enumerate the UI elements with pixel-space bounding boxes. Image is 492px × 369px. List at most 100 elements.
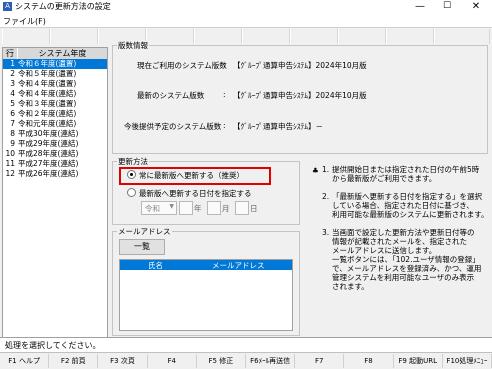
year-row-label: 令和４年度(遺置) xyxy=(18,79,77,88)
club-bullet-icon: ♣ xyxy=(312,166,319,175)
app-icon: A xyxy=(3,2,12,11)
toolbar-slot xyxy=(194,29,242,44)
note-line: されます。 xyxy=(332,282,369,291)
year-row-label: 平成30年度(連結) xyxy=(18,129,79,138)
fkey-7[interactable]: F7 xyxy=(295,354,345,368)
day-unit: 日 xyxy=(250,204,258,213)
year-row-number: 3 xyxy=(10,79,15,88)
toolbar-slot xyxy=(434,29,490,44)
latest-version-value: 【ｸﾞﾙｰﾌﾟ通算申告ｼｽﾃﾑ】2024年10月版 xyxy=(233,91,367,100)
year-row-label: 令和２年度(連結) xyxy=(18,109,77,118)
status-message: 処理を選択してください。 xyxy=(5,341,101,350)
maximize-button[interactable]: ☐ xyxy=(436,0,458,14)
toolbar-slot xyxy=(146,29,194,44)
radio-unselected-icon xyxy=(127,188,136,197)
radio-specify-date-label: 最新版へ更新する日付を指定する xyxy=(139,189,252,198)
year-row[interactable]: 8 平成30年度(連結) xyxy=(3,129,107,139)
mail-table-header: 氏名 メールアドレス xyxy=(120,260,292,270)
menu-file[interactable]: ファイル(F) xyxy=(3,16,46,27)
year-row[interactable]: 3 令和４年度(遺置) xyxy=(3,79,107,89)
toolbar-slot xyxy=(386,29,434,44)
month-unit: 月 xyxy=(222,204,230,213)
year-row-label: 令和５年度(遺置) xyxy=(18,69,77,78)
note-number: 2. xyxy=(322,192,330,201)
note-line: 管理システムを利用可能なユーザのみ表示 xyxy=(332,273,475,282)
fkey-8[interactable]: F8 xyxy=(344,354,394,368)
note-line: 情報が記載されたメールを、指定された xyxy=(332,237,467,246)
year-row[interactable]: 5 令和３年度(遺置) xyxy=(3,99,107,109)
year-row-number: 2 xyxy=(10,69,15,78)
year-list: 行 システム年度 1 令和６年度(遺置) 2 令和５年度(遺置) 3 令和４年度(遺置) 4… xyxy=(2,47,108,339)
year-row-label: 令和元年度(連結) xyxy=(18,119,77,128)
note-line: で、メールアドレスを登録済み、かつ、運用 xyxy=(332,264,482,273)
fkey-2[interactable]: F2 前頁 xyxy=(49,354,99,368)
year-row[interactable]: 4 令和４年度(連結) xyxy=(3,89,107,99)
chevron-down-icon: ▼ xyxy=(169,203,174,210)
col-header-name: 氏名 xyxy=(148,261,163,270)
year-row-label: 平成29年度(連結) xyxy=(18,139,79,148)
planned-version-label: 今後提供予定のシステム版数 xyxy=(124,122,222,131)
version-info-group: 版数情報 現在ご利用のシステム版数 : 【ｸﾞﾙｰﾌﾟ通算申告ｼｽﾃﾑ】2024… xyxy=(112,40,488,154)
note-line: 当画面で設定した更新方法や更新日付等の xyxy=(332,228,475,237)
function-key-bar: F1 ヘルプ F2 前頁 F3 次頁 F4 F5 修正 F6ﾒｰﾙ再送信 F7 F8 F9 起動… xyxy=(0,352,492,369)
close-button[interactable]: ✕ xyxy=(465,0,487,14)
year-row-label: 令和３年度(遺置) xyxy=(18,99,77,108)
toolbar xyxy=(0,28,492,46)
status-bar: 処理を選択してください。 xyxy=(0,337,492,352)
mail-address-group: メールアドレス 一覧 氏名 メールアドレス xyxy=(112,226,300,336)
year-row-number: 10 xyxy=(5,149,15,158)
month-input[interactable] xyxy=(207,201,221,215)
year-row[interactable]: 2 令和５年度(遺置) xyxy=(3,69,107,79)
fkey-5[interactable]: F5 修正 xyxy=(197,354,246,368)
colon: : xyxy=(223,90,226,99)
fkey-9[interactable]: F9 起動URL xyxy=(394,354,443,368)
year-row-label: 令和６年度(遺置) xyxy=(18,59,77,68)
colon: : xyxy=(223,121,226,130)
minimize-button[interactable]: — xyxy=(409,0,431,14)
radio-specify-date[interactable]: 最新版へ更新する日付を指定する xyxy=(127,188,252,199)
era-value: 令和 xyxy=(145,204,160,213)
year-row[interactable]: 11 平成27年度(連結) xyxy=(3,159,107,169)
year-row-number: 4 xyxy=(10,89,15,98)
fkey-10[interactable]: F10処理ﾒﾆｭｰ xyxy=(443,354,492,368)
fkey-3[interactable]: F3 次頁 xyxy=(98,354,148,368)
toolbar-slot xyxy=(290,29,338,44)
year-row-label: 令和４年度(連結) xyxy=(18,89,77,98)
col-header-row: 行 xyxy=(3,48,18,59)
colon: : xyxy=(223,60,226,69)
year-row[interactable]: 1 令和６年度(遺置) xyxy=(3,59,107,69)
planned-version-value: 【ｸﾞﾙｰﾌﾟ通算申告ｼｽﾃﾑ】－ xyxy=(233,122,323,131)
year-row-label: 平成26年度(連結) xyxy=(18,169,79,178)
version-group-label: 版数情報 xyxy=(117,40,149,51)
toolbar-slot xyxy=(338,29,386,44)
fkey-6[interactable]: F6ﾒｰﾙ再送信 xyxy=(246,354,296,368)
day-input[interactable] xyxy=(235,201,249,215)
year-unit: 年 xyxy=(194,204,202,213)
method-group-label: 更新方法 xyxy=(117,156,149,167)
year-row[interactable]: 9 平成29年度(連結) xyxy=(3,139,107,149)
year-list-header: 行 システム年度 xyxy=(3,48,107,59)
era-select[interactable]: 令和 ▼ xyxy=(141,201,177,215)
year-input[interactable] xyxy=(179,201,193,215)
latest-version-label: 最新のシステム版数 xyxy=(137,91,205,100)
year-row[interactable]: 6 令和２年度(連結) xyxy=(3,109,107,119)
title-bar: A システムの更新方法の設定 — ☐ ✕ xyxy=(0,0,492,14)
note-line: 「最新版へ更新する日付を指定する」を選択 xyxy=(332,192,482,201)
fkey-1[interactable]: F1 ヘルプ xyxy=(0,354,50,368)
year-row-number: 8 xyxy=(10,129,15,138)
radio-always-latest[interactable]: 常に最新版へ更新する（推奨） xyxy=(127,170,244,181)
year-row[interactable]: 12 平成26年度(連結) xyxy=(3,169,107,179)
list-button[interactable]: 一覧 xyxy=(119,239,165,255)
year-row[interactable]: 10 平成28年度(連結) xyxy=(3,149,107,159)
year-row[interactable]: 7 令和元年度(連結) xyxy=(3,119,107,129)
year-row-number: 12 xyxy=(5,169,15,178)
fkey-4[interactable]: F4 xyxy=(148,354,197,368)
year-row-number: 7 xyxy=(10,119,15,128)
mail-table[interactable]: 氏名 メールアドレス xyxy=(119,259,293,331)
toolbar-slot xyxy=(50,29,98,44)
radio-selected-icon xyxy=(127,170,136,179)
current-version-label: 現在ご利用のシステム版数 xyxy=(137,61,227,70)
col-header-year: システム年度 xyxy=(38,49,87,58)
col-header-email: メールアドレス xyxy=(212,261,265,270)
year-row-number: 5 xyxy=(10,99,15,108)
